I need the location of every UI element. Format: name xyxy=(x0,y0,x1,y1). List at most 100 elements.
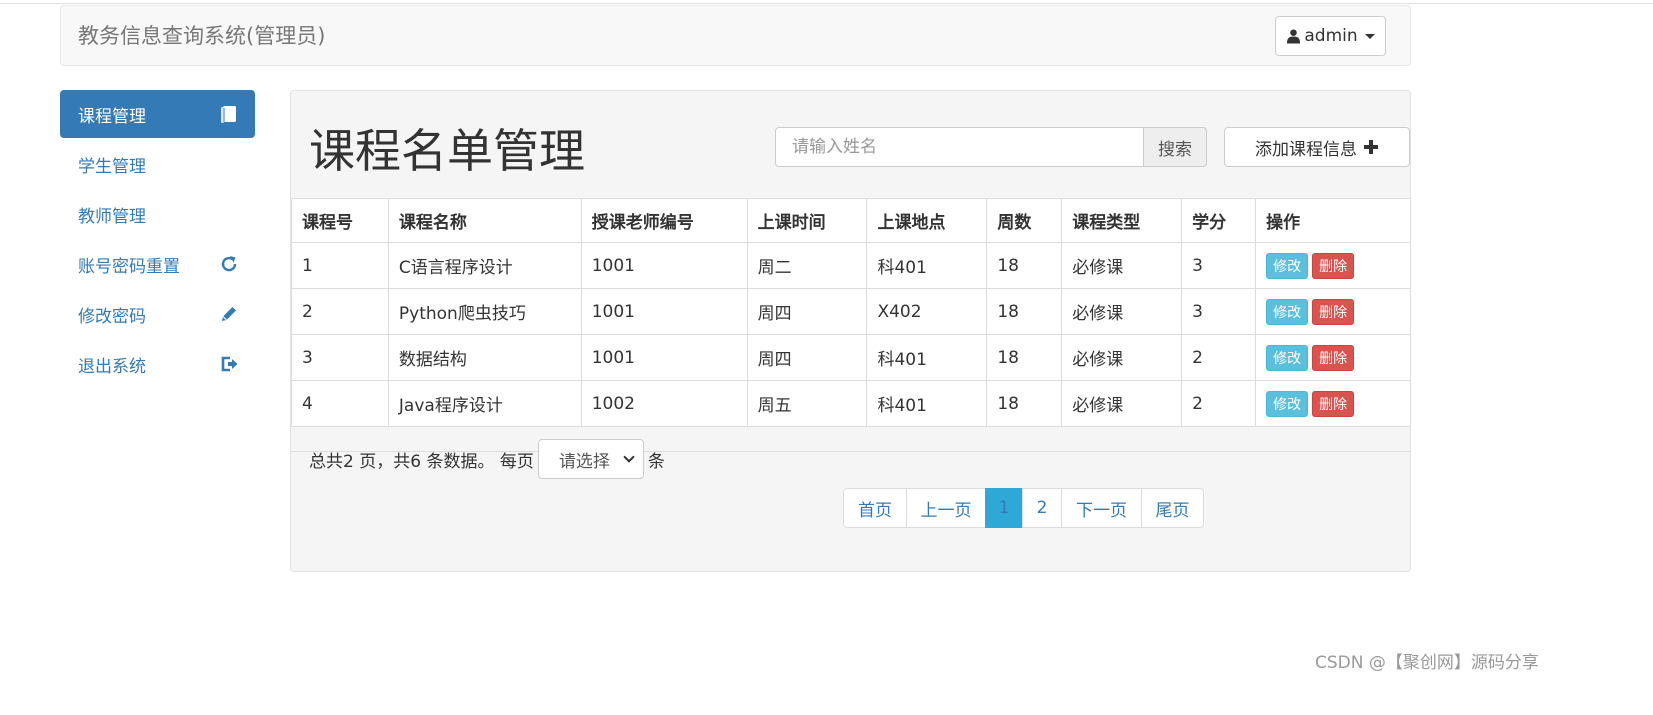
edit-button[interactable]: 修改 xyxy=(1266,252,1309,279)
page-number-1[interactable]: 1 xyxy=(985,488,1023,528)
sidebar-item-label: 课程管理 xyxy=(78,106,146,127)
actions-cell: 修改 删除 xyxy=(1255,380,1411,427)
page-first[interactable]: 首页 xyxy=(843,488,907,528)
logout-icon xyxy=(221,356,238,372)
sidebar-item-label: 教师管理 xyxy=(78,206,146,227)
page-title: 课程名单管理 xyxy=(309,124,585,178)
column-header: 上课时间 xyxy=(746,198,868,243)
table-cell: 必修课 xyxy=(1061,288,1183,335)
table-cell: 必修课 xyxy=(1061,334,1183,381)
column-header: 上课地点 xyxy=(866,198,988,243)
table-cell: 数据结构 xyxy=(387,334,582,381)
watermark: CSDN @【聚创网】源码分享 xyxy=(1315,653,1539,673)
user-menu-button[interactable]: admin xyxy=(1275,16,1386,56)
table-cell: 3 xyxy=(1181,242,1257,289)
sidebar-item-change-password[interactable]: 修改密码 xyxy=(60,290,255,338)
table-cell: 1001 xyxy=(580,288,748,335)
sidebar-item-teacher[interactable]: 教师管理 xyxy=(60,190,255,238)
edit-button[interactable]: 修改 xyxy=(1266,298,1309,325)
delete-button[interactable]: 删除 xyxy=(1312,298,1355,325)
table-cell: Java程序设计 xyxy=(387,380,582,427)
user-label: admin xyxy=(1304,26,1358,46)
table-cell: 1002 xyxy=(580,380,748,427)
table-cell: 科401 xyxy=(866,380,988,427)
table-cell: Python爬虫技巧 xyxy=(387,288,582,335)
sidebar-item-label: 账号密码重置 xyxy=(78,256,180,277)
sidebar-item-label: 修改密码 xyxy=(78,306,146,327)
table-cell: 周四 xyxy=(746,334,868,381)
table-cell: 周二 xyxy=(746,242,868,289)
pagination: 首页 上一页 1 2 下一页 尾页 xyxy=(843,488,1204,528)
table-cell: 3 xyxy=(291,334,389,381)
table-cell: 18 xyxy=(986,334,1063,381)
table-cell: 必修课 xyxy=(1061,380,1183,427)
user-icon xyxy=(1287,29,1301,44)
sidebar-item-label: 退出系统 xyxy=(78,356,146,377)
search-input[interactable] xyxy=(775,127,1143,167)
actions-cell: 修改 删除 xyxy=(1255,242,1411,289)
table-cell: 周四 xyxy=(746,288,868,335)
page-info: 总共2 页，共6 条数据。 每页 请选择 条 xyxy=(309,439,665,479)
plus-icon xyxy=(1364,140,1378,154)
table-cell: 1 xyxy=(291,242,389,289)
delete-button[interactable]: 删除 xyxy=(1312,252,1355,279)
table-cell: 1001 xyxy=(580,242,748,289)
page-number-2[interactable]: 2 xyxy=(1022,488,1062,528)
table-cell: 科401 xyxy=(866,334,988,381)
table-row: 2 Python爬虫技巧 1001 周四 X402 18 必修课 3 修改 删除 xyxy=(291,288,1411,335)
caret-down-icon xyxy=(1364,33,1375,39)
course-table: 课程号 课程名称 授课老师编号 上课时间 上课地点 周数 课程类型 学分 操作 … xyxy=(291,198,1411,427)
sidebar-item-student[interactable]: 学生管理 xyxy=(60,140,255,188)
column-header: 授课老师编号 xyxy=(580,198,748,243)
table-cell: 科401 xyxy=(866,242,988,289)
table-cell: 2 xyxy=(1181,334,1257,381)
sidebar: 课程管理 学生管理 教师管理 账号密码重置 修改密码 退出系统 xyxy=(60,90,255,390)
column-header: 学分 xyxy=(1181,198,1257,243)
main-panel: 课程名单管理 搜索 添加课程信息 课程号 课程名称 授课老师编号 上课时间 上课… xyxy=(290,90,1411,572)
sidebar-item-course[interactable]: 课程管理 xyxy=(60,90,255,138)
add-course-button[interactable]: 添加课程信息 xyxy=(1224,127,1410,167)
chevron-down-icon xyxy=(623,451,635,463)
add-course-label: 添加课程信息 xyxy=(1255,139,1357,160)
refresh-icon xyxy=(221,256,237,272)
actions-cell: 修改 删除 xyxy=(1255,334,1411,381)
table-row: 1 C语言程序设计 1001 周二 科401 18 必修课 3 修改 删除 xyxy=(291,242,1411,289)
table-cell: 3 xyxy=(1181,288,1257,335)
table-cell: 2 xyxy=(291,288,389,335)
sidebar-item-label: 学生管理 xyxy=(78,156,146,177)
table-cell: 1001 xyxy=(580,334,748,381)
column-header: 课程号 xyxy=(291,198,389,243)
search-button[interactable]: 搜索 xyxy=(1143,127,1207,167)
page-size-value: 请选择 xyxy=(558,451,610,472)
table-cell: 周五 xyxy=(746,380,868,427)
page-size-select[interactable]: 请选择 xyxy=(537,439,644,479)
delete-button[interactable]: 删除 xyxy=(1312,344,1355,371)
table-cell: 必修课 xyxy=(1061,242,1183,289)
sidebar-item-logout[interactable]: 退出系统 xyxy=(60,340,255,388)
page-prev[interactable]: 上一页 xyxy=(906,488,986,528)
navbar: 教务信息查询系统(管理员) admin xyxy=(60,5,1411,66)
table-cell: C语言程序设计 xyxy=(387,242,582,289)
column-header: 课程名称 xyxy=(387,198,582,243)
table-cell: 4 xyxy=(291,380,389,427)
brand-title[interactable]: 教务信息查询系统(管理员) xyxy=(78,22,325,50)
column-header: 周数 xyxy=(986,198,1063,243)
table-row: 3 数据结构 1001 周四 科401 18 必修课 2 修改 删除 xyxy=(291,334,1411,381)
book-icon xyxy=(221,106,236,123)
edit-button[interactable]: 修改 xyxy=(1266,344,1309,371)
column-header: 课程类型 xyxy=(1061,198,1183,243)
table-cell: X402 xyxy=(866,288,988,335)
edit-button[interactable]: 修改 xyxy=(1266,390,1309,417)
table-row: 4 Java程序设计 1002 周五 科401 18 必修课 2 修改 删除 xyxy=(291,380,1411,427)
search-group: 搜索 xyxy=(775,127,1207,167)
page-next[interactable]: 下一页 xyxy=(1061,488,1142,528)
delete-button[interactable]: 删除 xyxy=(1312,390,1355,417)
page-last[interactable]: 尾页 xyxy=(1141,488,1204,528)
table-cell: 18 xyxy=(986,380,1063,427)
top-rule xyxy=(0,3,1653,4)
table-cell: 18 xyxy=(986,242,1063,289)
page-summary: 总共2 页，共6 条数据。 每页 xyxy=(309,451,534,472)
table-cell: 2 xyxy=(1181,380,1257,427)
column-header: 操作 xyxy=(1255,198,1411,243)
sidebar-item-reset-password[interactable]: 账号密码重置 xyxy=(60,240,255,288)
